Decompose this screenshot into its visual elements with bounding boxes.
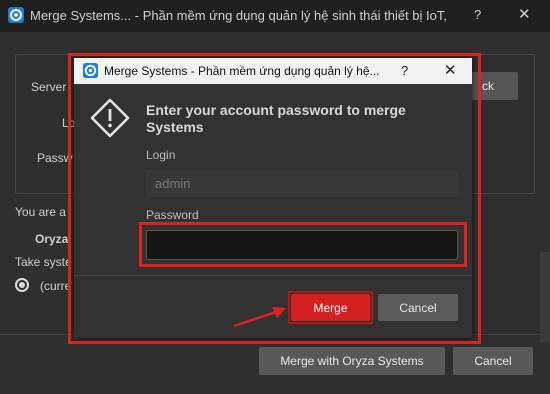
outer-close-button[interactable]: ✕ xyxy=(518,5,531,23)
current-label: (curre xyxy=(40,279,72,293)
password-highlight-box xyxy=(139,222,467,267)
outer-titlebar: Merge Systems... - Phần mềm ứng dụng quả… xyxy=(0,0,550,32)
current-system-radio[interactable] xyxy=(15,278,29,292)
merge-with-system-button[interactable]: Merge with Oryza Systems xyxy=(259,347,445,375)
take-system-label: Take syste xyxy=(15,255,72,269)
server-label: Server xyxy=(31,80,67,94)
oryza-label: Oryza xyxy=(35,232,69,246)
scrollbar[interactable] xyxy=(540,252,550,342)
outer-help-button[interactable]: ? xyxy=(474,7,481,22)
you-are-label: You are a xyxy=(15,205,66,219)
arrow-icon xyxy=(233,307,286,328)
outer-window-title: Merge Systems... - Phần mềm ứng dụng quả… xyxy=(30,8,450,23)
outer-cancel-button[interactable]: Cancel xyxy=(453,347,533,375)
app-icon xyxy=(8,7,24,23)
